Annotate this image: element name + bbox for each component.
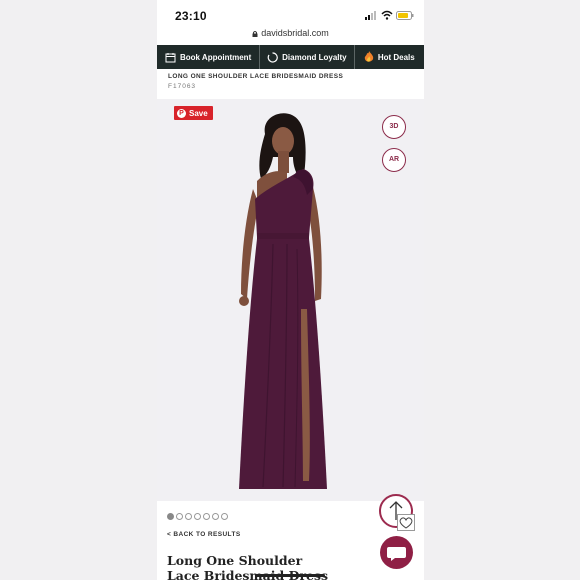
- carousel-dot[interactable]: [212, 513, 219, 520]
- diamond-loyalty-button[interactable]: Diamond Loyalty: [259, 45, 353, 69]
- carousel-dot[interactable]: [167, 513, 174, 520]
- wishlist-button[interactable]: [397, 514, 415, 531]
- carousel-dot[interactable]: [221, 513, 228, 520]
- calendar-icon: [165, 52, 176, 62]
- view-ar-button[interactable]: AR: [382, 148, 406, 172]
- carousel-dot[interactable]: [203, 513, 210, 520]
- carousel-dot[interactable]: [194, 513, 201, 520]
- carousel-pagination: [167, 513, 228, 520]
- promo-nav-bar: Book Appointment Diamond Loyalty Hot Dea…: [157, 45, 424, 69]
- book-appointment-button[interactable]: Book Appointment: [157, 45, 259, 69]
- back-to-results-link[interactable]: < BACK TO RESULTS: [167, 531, 241, 538]
- pinterest-icon: P: [177, 108, 186, 118]
- view-3d-button[interactable]: 3D: [382, 115, 406, 139]
- signal-icon: [365, 11, 376, 20]
- address-bar[interactable]: davidsbridal.com: [157, 28, 424, 42]
- wifi-icon: [381, 10, 393, 20]
- chat-bubble-icon: [387, 547, 406, 561]
- status-bar: 23:10: [157, 0, 424, 30]
- product-title-caps: LONG ONE SHOULDER LACE BRIDESMAID DRESS: [168, 73, 344, 80]
- status-time: 23:10: [175, 9, 207, 23]
- product-photo: [239, 113, 327, 489]
- carousel-dot[interactable]: [185, 513, 192, 520]
- carousel-dot[interactable]: [176, 513, 183, 520]
- flame-icon: [364, 51, 374, 62]
- hot-deals-label: Hot Deals: [377, 52, 415, 62]
- battery-icon: [396, 11, 414, 20]
- home-indicator: [255, 574, 325, 577]
- loading-ring-icon: [267, 51, 278, 63]
- product-sku: F17063: [168, 83, 197, 90]
- url-text: davidsbridal.com: [261, 28, 329, 38]
- lock-icon: [252, 30, 258, 37]
- hot-deals-button[interactable]: Hot Deals: [353, 45, 424, 69]
- diamond-loyalty-label: Diamond Loyalty: [282, 52, 347, 62]
- heart-icon: [399, 517, 413, 529]
- phone-screen: 23:10 davidsbridal.com Book Appointment …: [157, 0, 424, 580]
- chat-button[interactable]: [380, 536, 413, 569]
- save-label: Save: [189, 108, 208, 118]
- pinterest-save-button[interactable]: P Save: [174, 106, 213, 120]
- product-image-gallery[interactable]: P Save 3D AR: [157, 99, 424, 501]
- book-appointment-label: Book Appointment: [179, 52, 252, 62]
